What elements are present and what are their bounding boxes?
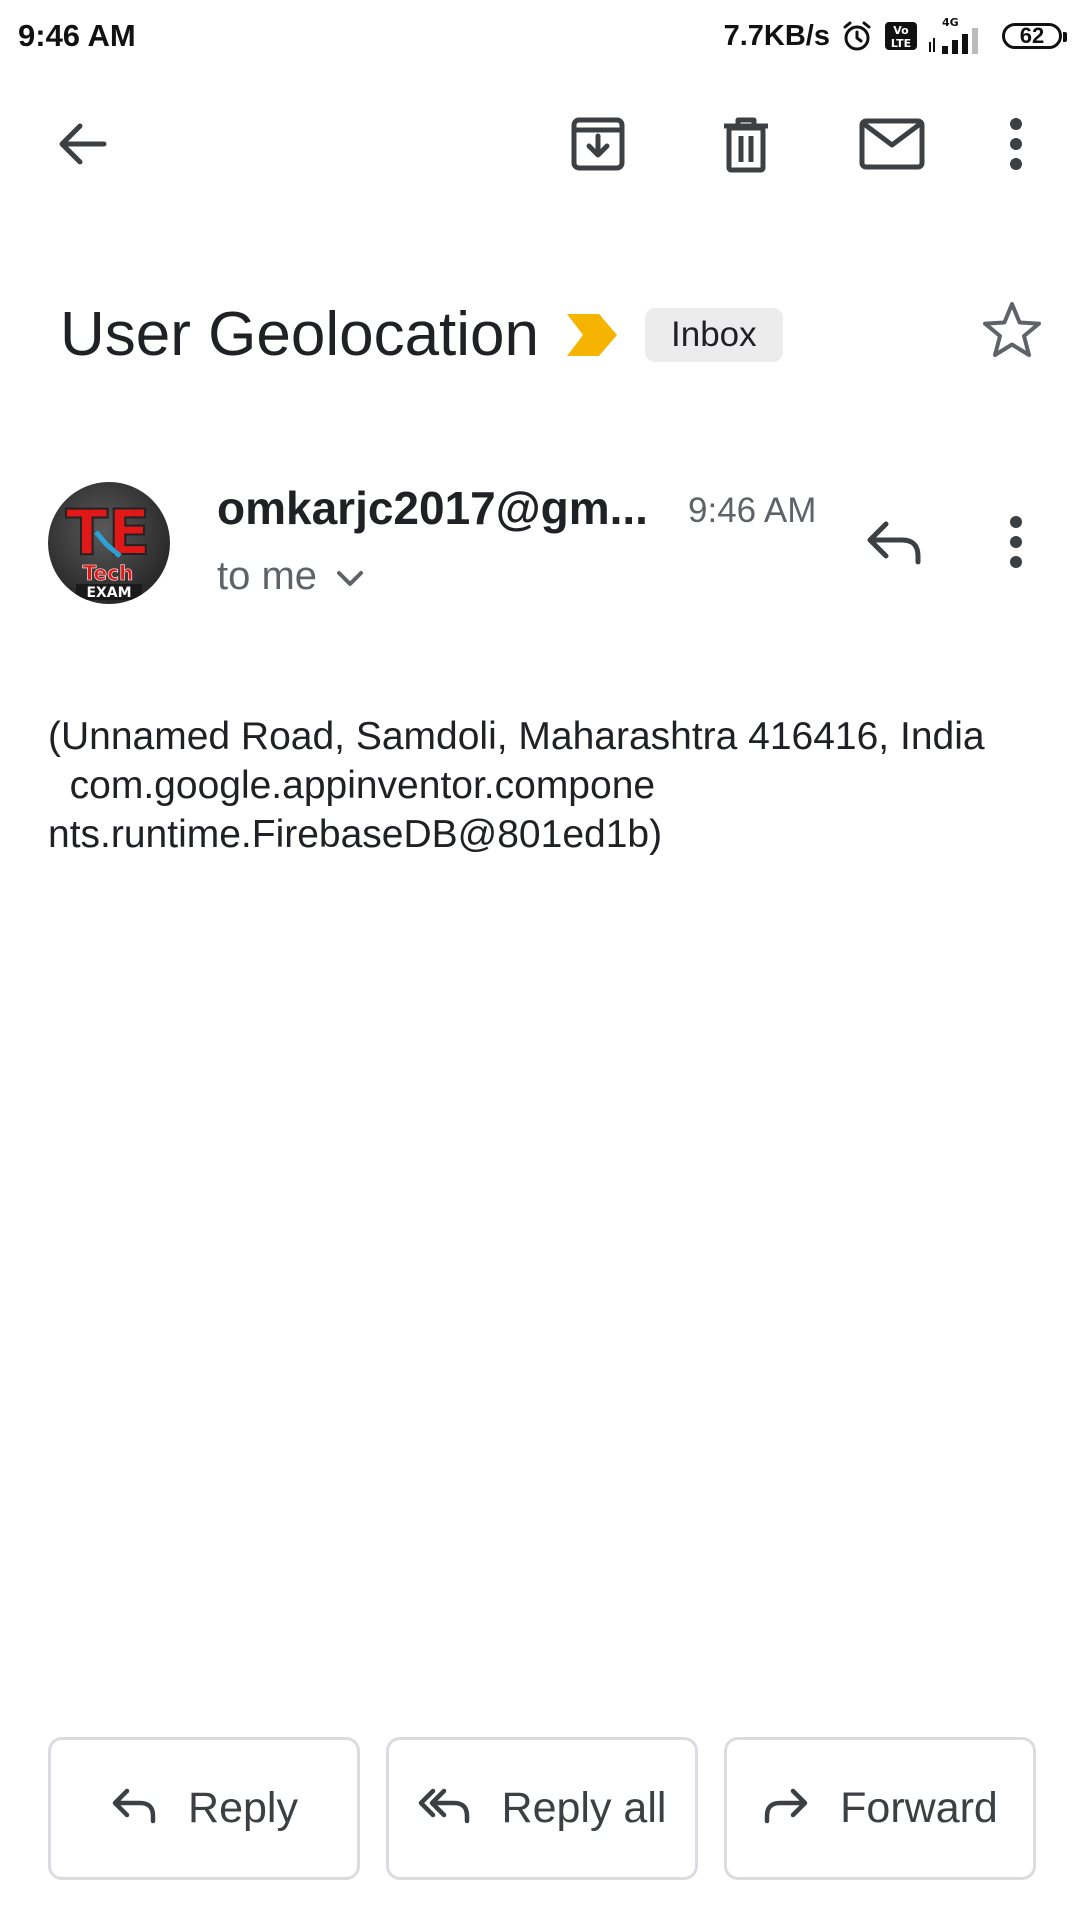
mark-unread-button[interactable] — [856, 110, 928, 182]
reply-all-label: Reply all — [501, 1784, 667, 1832]
signal-icon: 4G — [928, 16, 992, 56]
more-vert-icon — [1008, 515, 1024, 574]
network-speed: 7.7KB/s — [723, 19, 830, 52]
quick-reply-button[interactable] — [858, 508, 930, 580]
forward-icon — [762, 1787, 810, 1830]
status-time: 9:46 AM — [18, 18, 136, 53]
back-arrow-icon — [54, 116, 110, 177]
forward-button[interactable]: Forward — [724, 1737, 1036, 1880]
importance-marker-icon[interactable] — [565, 312, 619, 358]
battery-level: 62 — [1019, 23, 1045, 48]
recipients-toggle[interactable]: to me — [217, 550, 365, 602]
avatar-logo: TE Tech EXAM — [65, 495, 152, 601]
svg-text:Vo: Vo — [893, 24, 909, 37]
email-subject: User Geolocation — [60, 300, 540, 369]
recipients-text: to me — [217, 554, 318, 598]
email-body: (Unnamed Road, Samdoli, Maharashtra 4164… — [48, 715, 985, 856]
reply-icon — [110, 1787, 158, 1830]
network-type-label: 4G — [942, 16, 959, 29]
sender-name[interactable]: omkarjc2017@gm... — [217, 480, 648, 536]
star-button[interactable] — [980, 300, 1044, 364]
reply-all-button[interactable]: Reply all — [386, 1737, 698, 1880]
mark-unread-icon — [859, 118, 925, 175]
star-icon — [982, 301, 1042, 364]
reply-button[interactable]: Reply — [48, 1737, 360, 1880]
reply-icon — [864, 518, 924, 571]
reply-label: Reply — [188, 1784, 298, 1832]
chevron-down-icon — [335, 550, 365, 602]
avatar-logo-letters: TE — [66, 496, 151, 569]
svg-text:LTE: LTE — [891, 37, 911, 50]
forward-label: Forward — [840, 1784, 998, 1832]
reply-all-icon — [418, 1787, 472, 1830]
more-options-button[interactable] — [988, 110, 1044, 182]
volte-icon: Vo LTE — [884, 21, 918, 51]
delete-button[interactable] — [710, 110, 782, 182]
more-vert-icon — [1008, 117, 1024, 176]
label-chip-inbox[interactable]: Inbox — [645, 308, 783, 362]
archive-button[interactable] — [562, 110, 634, 182]
status-bar-right: 7.7KB/s Vo LTE 4G 62 — [723, 14, 1067, 58]
delete-icon — [718, 114, 774, 179]
subject-row: User Geolocation Inbox — [60, 295, 783, 375]
avatar-logo-tech: Tech — [83, 561, 134, 585]
sender-avatar[interactable]: TE Tech EXAM — [48, 482, 170, 604]
alarm-icon — [840, 19, 874, 53]
message-more-button[interactable] — [986, 508, 1046, 580]
avatar-logo-exam: EXAM — [86, 585, 131, 601]
battery-icon: 62 — [1002, 23, 1067, 49]
archive-icon — [568, 114, 628, 179]
sent-time: 9:46 AM — [688, 491, 817, 530]
back-button[interactable] — [46, 110, 118, 182]
